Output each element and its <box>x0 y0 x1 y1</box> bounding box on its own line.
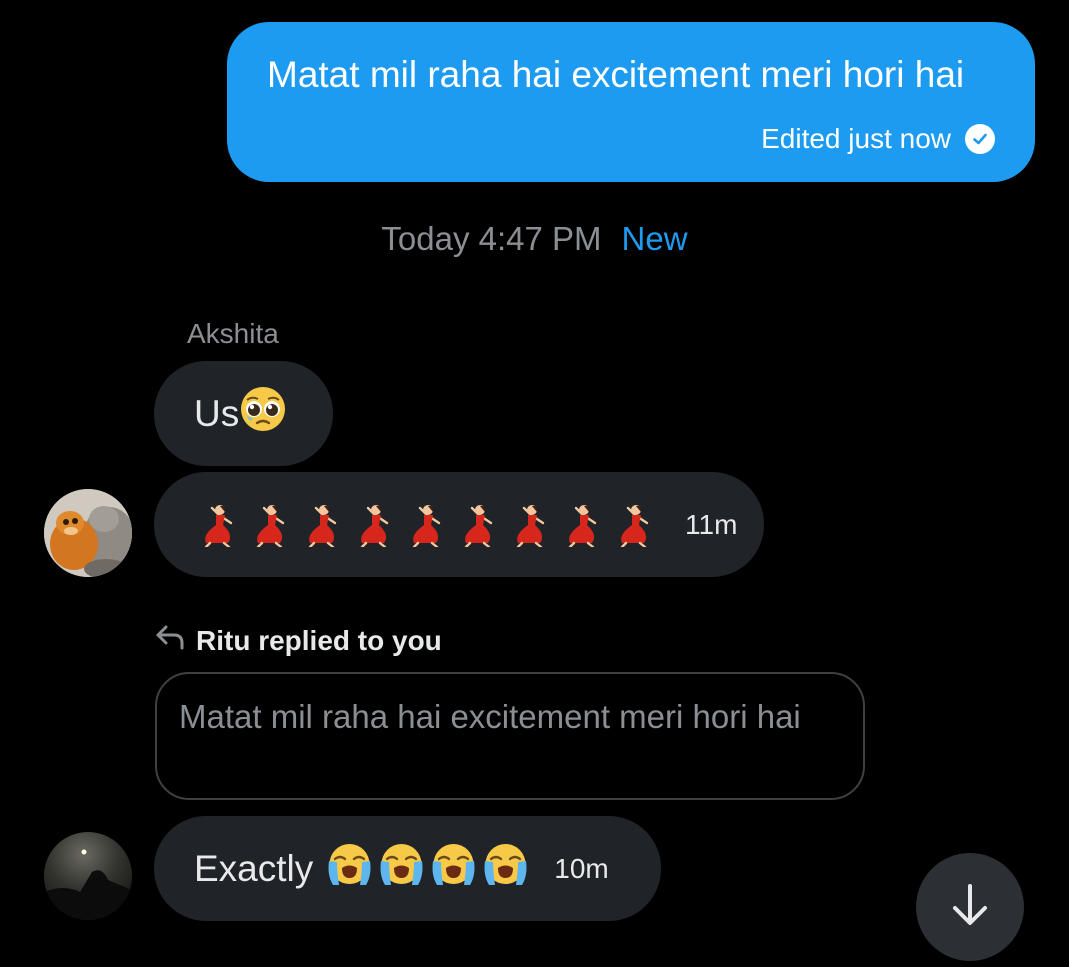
message-text: Us <box>194 392 240 434</box>
woman-dancing-emoji <box>458 503 497 548</box>
scroll-down-button[interactable] <box>916 853 1024 961</box>
loudly-crying-face-emoji <box>481 841 530 896</box>
chat-view: Matat mil raha hai excitement meri hori … <box>0 0 1069 967</box>
check-circle-icon <box>965 124 995 154</box>
woman-dancing-emoji <box>510 503 549 548</box>
woman-dancing-emoji <box>354 503 393 548</box>
pleading-face-emoji <box>239 385 287 442</box>
reply-arrow-icon <box>154 624 186 657</box>
edited-label: Edited just now <box>761 123 951 154</box>
woman-dancing-emoji <box>562 503 601 548</box>
reply-indicator: Ritu replied to you <box>154 624 442 657</box>
timestamp-divider: Today 4:47 PM New <box>0 220 1069 258</box>
reply-label-text: Ritu replied to you <box>196 624 442 656</box>
loudly-crying-face-emoji <box>377 841 426 896</box>
dancer-emoji-row <box>198 503 653 548</box>
loudly-crying-face-emoji <box>325 841 374 896</box>
received-message-bubble[interactable]: Exactly 10m <box>154 816 661 921</box>
divider-timestamp: Today 4:47 PM <box>381 220 602 257</box>
crying-emoji-row <box>325 841 530 896</box>
message-time: 10m <box>554 852 609 884</box>
woman-dancing-emoji <box>250 503 289 548</box>
loudly-crying-face-emoji <box>429 841 478 896</box>
arrow-down-icon <box>947 882 993 933</box>
sender-name: Akshita <box>187 318 279 349</box>
message-time: 11m <box>685 508 738 540</box>
woman-dancing-emoji <box>198 503 237 548</box>
received-message-bubble[interactable]: Us <box>154 361 333 466</box>
edited-status: Edited just now <box>761 123 995 155</box>
avatar[interactable] <box>44 489 132 577</box>
new-messages-label: New <box>621 220 688 257</box>
woman-dancing-emoji <box>406 503 445 548</box>
quoted-message[interactable]: Matat mil raha hai excitement meri hori … <box>155 672 865 800</box>
message-text: Exactly <box>194 847 314 889</box>
avatar[interactable] <box>44 832 132 920</box>
sent-message-text: Matat mil raha hai excitement meri hori … <box>267 54 965 95</box>
sent-message-bubble[interactable]: Matat mil raha hai excitement meri hori … <box>227 22 1035 182</box>
woman-dancing-emoji <box>614 503 653 548</box>
woman-dancing-emoji <box>302 503 341 548</box>
received-message-bubble[interactable]: 11m <box>154 472 764 577</box>
